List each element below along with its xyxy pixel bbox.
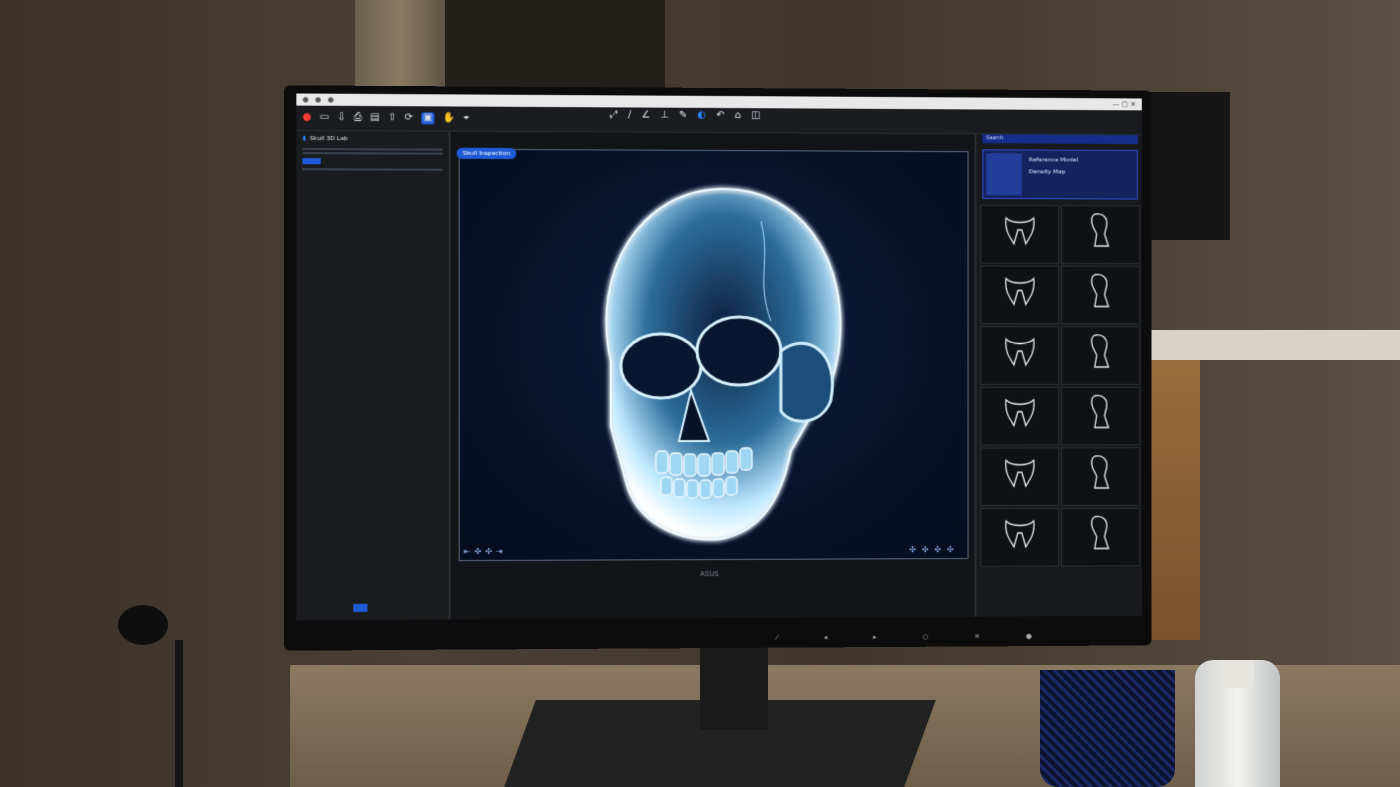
printer-icon[interactable]: ⎙	[354, 112, 362, 123]
measure-icon[interactable]: ⌖	[463, 113, 469, 124]
model-sketch	[1000, 210, 1039, 250]
model-thumbnail[interactable]	[980, 507, 1060, 567]
cut-icon[interactable]: ∕	[628, 109, 631, 120]
window-controls[interactable]: — ▢ ✕	[1112, 100, 1136, 108]
model-grid	[976, 203, 1141, 569]
speaker	[1150, 92, 1230, 240]
opacity-slider[interactable]	[302, 148, 443, 151]
hand-icon[interactable]: ✋	[443, 112, 456, 123]
model-thumbnail[interactable]	[980, 265, 1060, 325]
model-thumbnail[interactable]	[980, 204, 1060, 264]
lamp-stem	[175, 640, 183, 787]
skull-xray	[460, 150, 968, 560]
window-frame	[355, 0, 451, 95]
panel-title: ▮ Skull 3D Lab	[296, 131, 448, 147]
density-slider[interactable]	[302, 168, 443, 171]
selected-layer-row[interactable]	[296, 156, 448, 167]
monitor-brand: ASUS	[700, 570, 719, 579]
camera-icon[interactable]: ◫	[751, 110, 760, 121]
window-dots: ● ● ●	[302, 95, 336, 104]
model-thumbnail[interactable]	[1061, 386, 1140, 446]
lamp-head	[118, 605, 168, 645]
card-title: Reference Model	[1028, 156, 1079, 164]
apply-button[interactable]	[353, 603, 368, 612]
viewport-nav-icons[interactable]: ⇤✣✣⇥	[464, 547, 507, 556]
model-sketch	[1000, 331, 1039, 371]
model-sketch	[1081, 210, 1120, 250]
panel-footer	[302, 603, 442, 612]
right-orbit	[697, 317, 781, 385]
undo-icon[interactable]: ↶	[716, 110, 724, 121]
shelf	[1130, 330, 1400, 360]
reference-thumbnail	[986, 153, 1022, 196]
left-orbit	[621, 334, 701, 398]
reference-card[interactable]: Reference Model Density Map	[982, 149, 1138, 200]
angle-icon[interactable]: ∠	[641, 110, 650, 121]
monitor: ● ● ● — ▢ ✕ ● ▭ ⇩ ⎙ ▤ ⇧ ⟳ ▣ ✋ ⌖ ⤢ ∕ ∠ ⊥ …	[284, 85, 1152, 651]
bottle-cap	[1222, 660, 1254, 688]
pen-cup	[1040, 670, 1175, 787]
selected-layer-bar[interactable]	[302, 158, 321, 165]
viewport-view-icons[interactable]: ✣✣✣✣	[909, 545, 959, 554]
model-thumbnail[interactable]	[1061, 326, 1140, 385]
model-sketch	[1000, 392, 1039, 432]
model-thumbnail[interactable]	[1061, 265, 1140, 325]
panel-title-text: Skull 3D Lab	[309, 134, 348, 143]
model-thumbnail[interactable]	[980, 447, 1060, 507]
model-sketch	[1081, 452, 1120, 492]
properties-panel: ▮ Skull 3D Lab	[296, 130, 451, 621]
model-thumbnail[interactable]	[980, 326, 1060, 385]
model-sketch	[1081, 271, 1120, 311]
monitor-buttons[interactable]: ⁄ ◂ ▸ ○ ✕ ●	[776, 632, 1053, 642]
axis-icon[interactable]: ⤢	[610, 109, 618, 120]
model-sketch	[1000, 271, 1039, 311]
model-thumbnail[interactable]	[1061, 447, 1140, 506]
record-icon[interactable]: ●	[302, 112, 311, 123]
model-sketch	[1000, 452, 1039, 492]
annotate-icon[interactable]: ✎	[679, 110, 687, 121]
3d-viewport[interactable]: Skull Inspection ⇤✣✣⇥ ✣✣✣✣	[456, 147, 969, 562]
rotate-icon[interactable]: ⟳	[404, 112, 413, 123]
card-subtitle: Density Map	[1028, 168, 1066, 176]
model-sketch	[1000, 513, 1039, 553]
contrast-slider[interactable]	[302, 152, 443, 155]
ruler-icon[interactable]: ⊥	[660, 110, 669, 121]
viewport-badge[interactable]: Skull Inspection	[456, 147, 517, 160]
select-icon[interactable]: ▣	[421, 112, 435, 125]
app-logo-icon: ▮	[302, 134, 306, 142]
library-search[interactable]: Search	[982, 134, 1138, 145]
view-tools: ⤢ ∕ ∠ ⊥ ✎ ◐ ↶ ⌂ ◫	[610, 109, 761, 121]
model-sketch	[1081, 392, 1120, 432]
screen: ● ● ● — ▢ ✕ ● ▭ ⇩ ⎙ ▤ ⇧ ⟳ ▣ ✋ ⌖ ⤢ ∕ ∠ ⊥ …	[296, 93, 1142, 621]
home-icon[interactable]: ⌂	[735, 110, 741, 121]
model-thumbnail[interactable]	[1061, 507, 1140, 567]
model-library-panel: Search Reference Model Density Map	[974, 134, 1142, 617]
model-thumbnail[interactable]	[1061, 205, 1140, 264]
layers-icon[interactable]: ▤	[370, 112, 380, 123]
model-sketch	[1081, 331, 1120, 371]
sphere-icon[interactable]: ◐	[697, 110, 706, 121]
export-icon[interactable]: ⇧	[388, 112, 397, 123]
photo-scene: ● ● ● — ▢ ✕ ● ▭ ⇩ ⎙ ▤ ⇧ ⟳ ▣ ✋ ⌖ ⤢ ∕ ∠ ⊥ …	[0, 0, 1400, 787]
model-thumbnail[interactable]	[980, 386, 1060, 446]
model-sketch	[1081, 513, 1120, 553]
import-icon[interactable]: ⇩	[337, 112, 346, 123]
square-icon[interactable]: ▭	[319, 112, 329, 123]
dark-panel	[445, 0, 665, 95]
